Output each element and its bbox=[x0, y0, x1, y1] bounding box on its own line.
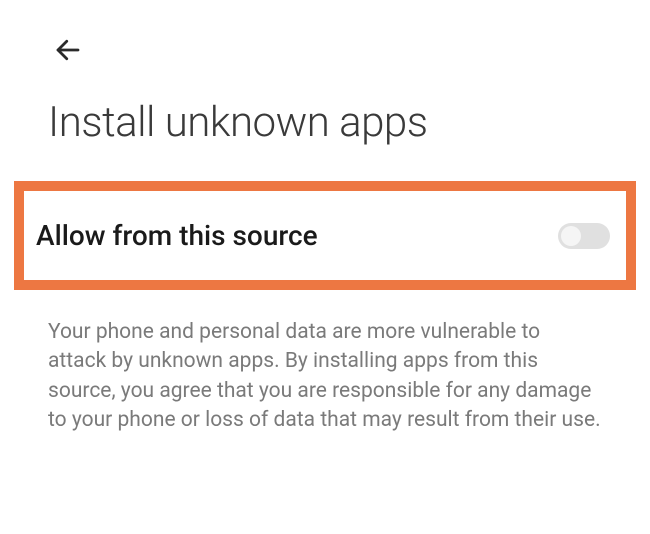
page-title: Install unknown apps bbox=[0, 70, 650, 147]
back-button[interactable] bbox=[48, 30, 88, 70]
toggle-thumb bbox=[561, 226, 581, 246]
back-arrow-icon bbox=[53, 35, 83, 65]
header-bar bbox=[0, 0, 650, 70]
allow-source-row[interactable]: Allow from this source bbox=[14, 181, 636, 290]
warning-description: Your phone and personal data are more vu… bbox=[0, 290, 650, 436]
allow-source-label: Allow from this source bbox=[36, 219, 318, 252]
allow-source-toggle[interactable] bbox=[558, 223, 610, 249]
